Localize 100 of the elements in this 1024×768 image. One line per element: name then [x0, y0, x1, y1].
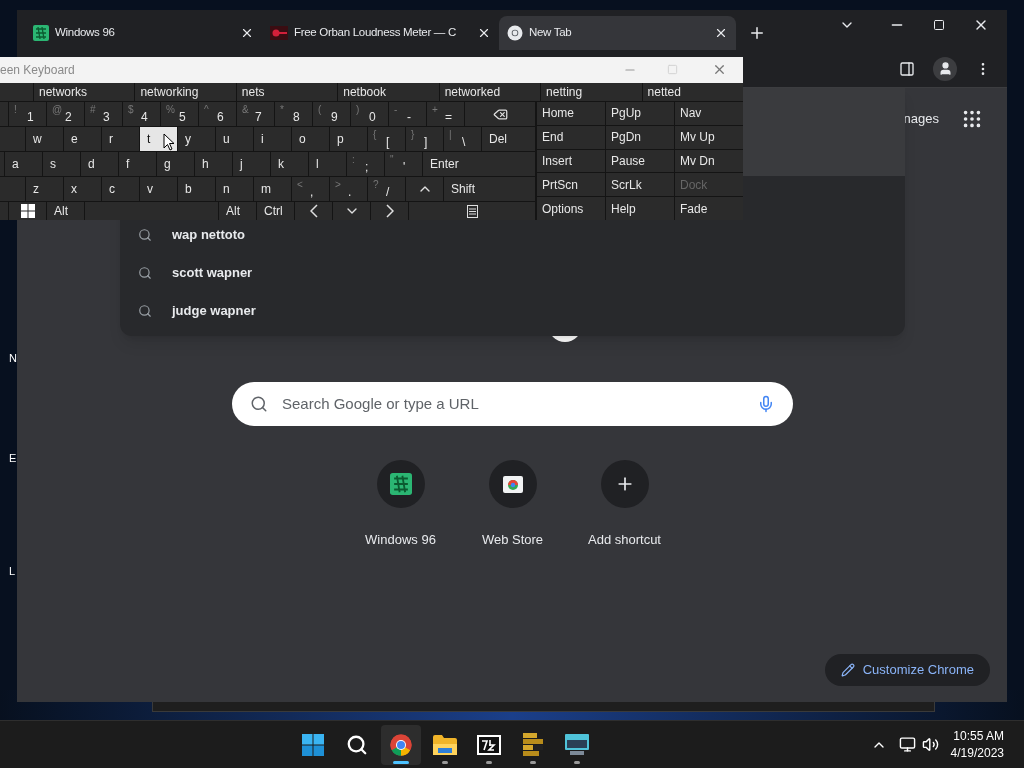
keyboard-key[interactable]: Nav — [675, 102, 743, 125]
shortcut-tile[interactable]: Web Store — [464, 460, 561, 550]
bars-icon — [523, 732, 544, 757]
maximize-icon — [667, 64, 678, 76]
keyboard-key[interactable]: Shift — [444, 177, 535, 201]
keyboard-key[interactable]: ^ 6 — [199, 102, 236, 126]
keyboard-key[interactable]: Alt — [219, 202, 256, 220]
keyboard-key[interactable]: ! 1 — [9, 102, 46, 126]
keyboard-key[interactable]: $ 4 — [123, 102, 160, 126]
keyboard-key[interactable]: : ; — [347, 152, 384, 176]
apps-icon[interactable] — [961, 108, 983, 130]
grid-logo-icon — [389, 473, 412, 495]
keyboard-key[interactable]: s — [43, 152, 80, 176]
maximize-icon[interactable] — [933, 19, 945, 31]
profile-avatar[interactable] — [933, 56, 957, 81]
desktop-icon-label: N — [9, 351, 17, 366]
keyboard-key[interactable]: Home — [537, 102, 605, 125]
keyboard-key[interactable]: Options — [537, 197, 605, 220]
window-title: een Keyboard — [0, 61, 76, 79]
close-icon[interactable] — [477, 26, 491, 40]
keyboard-key[interactable]: > . — [330, 177, 367, 201]
keyboard-key[interactable]: Enter — [423, 152, 535, 176]
keyboard-key[interactable]: ) 0 — [351, 102, 388, 126]
mouse-pointer-icon — [163, 133, 175, 151]
keyboard-key[interactable]: % 5 — [161, 102, 198, 126]
browser-tab[interactable]: Free Orban Loudness Meter — C — [262, 16, 499, 50]
keyboard-key[interactable]: @ 2 — [47, 102, 84, 126]
browser-tab[interactable]: New Tab — [499, 16, 736, 50]
search-icon — [138, 228, 152, 242]
keyboard-key[interactable]: { [ — [368, 127, 405, 151]
grid-logo-icon — [33, 25, 49, 41]
keyboard-key[interactable]: Pause — [606, 149, 674, 173]
keyboard-key[interactable]: PrtScn — [537, 173, 605, 197]
side-panel-icon[interactable] — [899, 60, 915, 77]
arrow-right-icon — [385, 204, 394, 218]
keyboard-key[interactable]: n — [216, 177, 253, 201]
keyboard-key[interactable]: l — [309, 152, 346, 176]
keyboard-key[interactable]: z — [26, 177, 63, 201]
keyboard-key[interactable]: u — [216, 127, 253, 151]
keyboard-key[interactable]: + = — [427, 102, 464, 126]
menu-key-icon — [466, 204, 478, 218]
keyboard-key[interactable]: h — [195, 152, 232, 176]
keyboard-key[interactable] — [9, 202, 46, 220]
keyboard-key[interactable]: # 3 — [85, 102, 122, 126]
keyboard-key[interactable]: p — [330, 127, 367, 151]
keyboard-key[interactable]: o — [292, 127, 329, 151]
shortcut-tile[interactable]: Add shortcut — [576, 460, 673, 550]
keyboard-key[interactable]: Insert — [537, 149, 605, 173]
keyboard-key[interactable] — [465, 102, 535, 126]
keyboard-key[interactable]: " ' — [385, 152, 422, 176]
keyboard-key[interactable]: i — [254, 127, 291, 151]
keyboard-key[interactable]: } ] — [406, 127, 443, 151]
keyboard-key[interactable]: Alt — [47, 202, 84, 220]
keyboard-key[interactable]: End — [537, 125, 605, 149]
keyboard-key[interactable]: PgUp — [606, 102, 674, 125]
keyboard-key[interactable]: Mv Dn — [675, 149, 743, 173]
keyboard-key[interactable]: b — [178, 177, 215, 201]
keyboard-key[interactable]: & 7 — [237, 102, 274, 126]
keyboard-key[interactable]: ? / — [368, 177, 405, 201]
suggestion-item[interactable]: scott wapner — [120, 254, 905, 292]
keyboard-key[interactable]: a — [5, 152, 42, 176]
keyboard-key[interactable]: | \ — [444, 127, 481, 151]
keyboard-key[interactable]: v — [140, 177, 177, 201]
new-tab-icon[interactable] — [748, 24, 766, 42]
volume-icon[interactable] — [921, 736, 939, 753]
keyboard-key[interactable]: y — [178, 127, 215, 151]
customize-button[interactable]: Customize Chrome — [824, 654, 990, 686]
keyboard-key[interactable]: m — [254, 177, 291, 201]
browser-tab[interactable]: Windows 96 — [25, 16, 262, 50]
desktop-icon-label: E — [9, 451, 17, 466]
microphone-icon[interactable] — [757, 395, 775, 413]
keyboard-key[interactable]: r — [102, 127, 139, 151]
keyboard-key[interactable]: f — [119, 152, 156, 176]
keyboard-key[interactable] — [409, 202, 535, 220]
keyboard-key[interactable]: - - — [389, 102, 426, 126]
keyboard-key[interactable]: j — [233, 152, 270, 176]
keyboard-key[interactable]: ScrLk — [606, 173, 674, 197]
close-icon[interactable] — [714, 26, 728, 40]
keyboard-key[interactable]: w — [26, 127, 63, 151]
keyboard-key[interactable]: x — [64, 177, 101, 201]
search-field[interactable]: Search Google or type a URL — [232, 382, 793, 426]
keyboard-key[interactable]: c — [102, 177, 139, 201]
keyboard-key[interactable]: Mv Up — [675, 125, 743, 149]
keyboard-key[interactable]: g — [157, 152, 194, 176]
keyboard-key[interactable]: Help — [606, 197, 674, 220]
keyboard-key[interactable]: Del — [482, 127, 535, 151]
keyboard-key[interactable]: PgDn — [606, 125, 674, 149]
clock-time: 10:55 AM — [953, 727, 1004, 745]
close-icon[interactable] — [240, 26, 254, 40]
keyboard-key[interactable]: k — [271, 152, 308, 176]
shortcut-tile[interactable]: Windows 96 — [352, 460, 449, 550]
keyboard-key[interactable]: < , — [292, 177, 329, 201]
keyboard-key[interactable]: Ctrl — [257, 202, 294, 220]
keyboard-key[interactable]: Fade — [675, 197, 743, 220]
network-icon[interactable] — [898, 736, 916, 753]
keyboard-key[interactable]: * 8 — [275, 102, 312, 126]
keyboard-key[interactable]: e — [64, 127, 101, 151]
keyboard-key[interactable]: d — [81, 152, 118, 176]
taskbar-button[interactable] — [381, 724, 422, 765]
keyboard-key[interactable]: ( 9 — [313, 102, 350, 126]
